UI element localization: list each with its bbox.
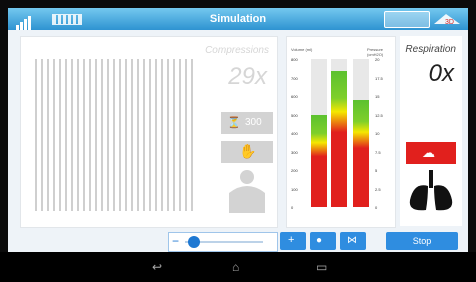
- slider-handle[interactable]: [188, 236, 201, 248]
- pressure-scale: 20 17.5 15 12.5 10 7.5 5 2.5 0: [375, 57, 389, 210]
- plus-icon: +: [288, 234, 295, 246]
- back-icon[interactable]: ↩: [152, 260, 162, 274]
- skip-icon: ⋈: [347, 235, 357, 246]
- scale-tick: 800: [291, 57, 298, 62]
- hand-icon: ✋: [239, 143, 257, 159]
- svg-text:3D: 3D: [445, 19, 454, 26]
- scale-tick: 100: [291, 186, 298, 192]
- compression-label: Compressions: [205, 45, 269, 56]
- logo-icon: 3D: [434, 14, 460, 26]
- metronome-rate-button[interactable]: ⏳ 300: [221, 112, 273, 134]
- respiration-panel: Respiration 0x ☁: [400, 36, 462, 226]
- airway-button[interactable]: ☁: [406, 142, 456, 164]
- respiration-label: Respiration: [405, 44, 456, 55]
- chest-icon: [229, 170, 265, 213]
- metronome-icon: ⏳: [227, 117, 241, 129]
- hand-position-button[interactable]: ✋: [221, 141, 273, 163]
- gauge-bar-1: [311, 59, 327, 207]
- scale-tick: 600: [291, 94, 298, 99]
- system-nav-bar: ↩ ⌂ ▭: [0, 252, 476, 282]
- gauge-bar-2: [331, 59, 347, 207]
- compression-history-bars: [35, 59, 195, 211]
- pressure-label: Pressure (cmH2O): [367, 47, 384, 57]
- home-icon[interactable]: ⌂: [232, 260, 239, 274]
- respiration-count: 0x: [428, 60, 454, 87]
- volume-slider[interactable]: −: [168, 232, 278, 252]
- view-button[interactable]: ●: [310, 232, 336, 250]
- scale-tick: 15: [375, 94, 380, 99]
- airway-icon: ☁: [422, 145, 435, 160]
- scale-tick: 7.5: [375, 149, 381, 155]
- scale-tick: 5: [375, 168, 378, 173]
- scale-tick: 400: [291, 131, 298, 136]
- scale-tick: 10: [375, 131, 380, 136]
- scale-tick: 500: [291, 112, 298, 118]
- gauge-bar-3: [353, 59, 369, 207]
- app-screen: Simulation 3D Compressions 29x ⏳ 300 ✋ V…: [8, 8, 468, 252]
- compression-panel: Compressions 29x ⏳ 300 ✋: [20, 36, 278, 228]
- scale-tick: 200: [291, 168, 298, 173]
- volume-label: Volume (ml): [291, 47, 313, 52]
- scale-tick: 700: [291, 75, 298, 81]
- stop-button[interactable]: Stop: [386, 232, 458, 250]
- lungs-icon: [409, 170, 453, 211]
- skip-button[interactable]: ⋈: [340, 232, 366, 250]
- scale-tick: 0: [291, 205, 294, 210]
- compression-count: 29x: [228, 63, 267, 90]
- minus-icon[interactable]: −: [172, 234, 179, 248]
- scale-tick: 300: [291, 149, 298, 155]
- scale-tick: 12.5: [375, 112, 383, 118]
- volume-scale: 800 700 600 500 400 300 200 100 0: [291, 57, 305, 210]
- scale-tick: 17.5: [375, 75, 383, 81]
- status-indicator: [384, 11, 430, 28]
- recent-apps-icon[interactable]: ▭: [316, 260, 327, 274]
- rate-label: 300: [245, 117, 262, 128]
- eye-icon: ●: [316, 235, 323, 246]
- ventilation-gauge-panel: Volume (ml) Pressure (cmH2O) 800 700 600 50…: [286, 36, 396, 228]
- title-bar: Simulation 3D: [8, 8, 468, 30]
- scale-tick: 2.5: [375, 186, 381, 192]
- pulse-button[interactable]: +: [280, 232, 306, 250]
- scale-tick: 20: [375, 57, 380, 62]
- scale-tick: 0: [375, 205, 378, 210]
